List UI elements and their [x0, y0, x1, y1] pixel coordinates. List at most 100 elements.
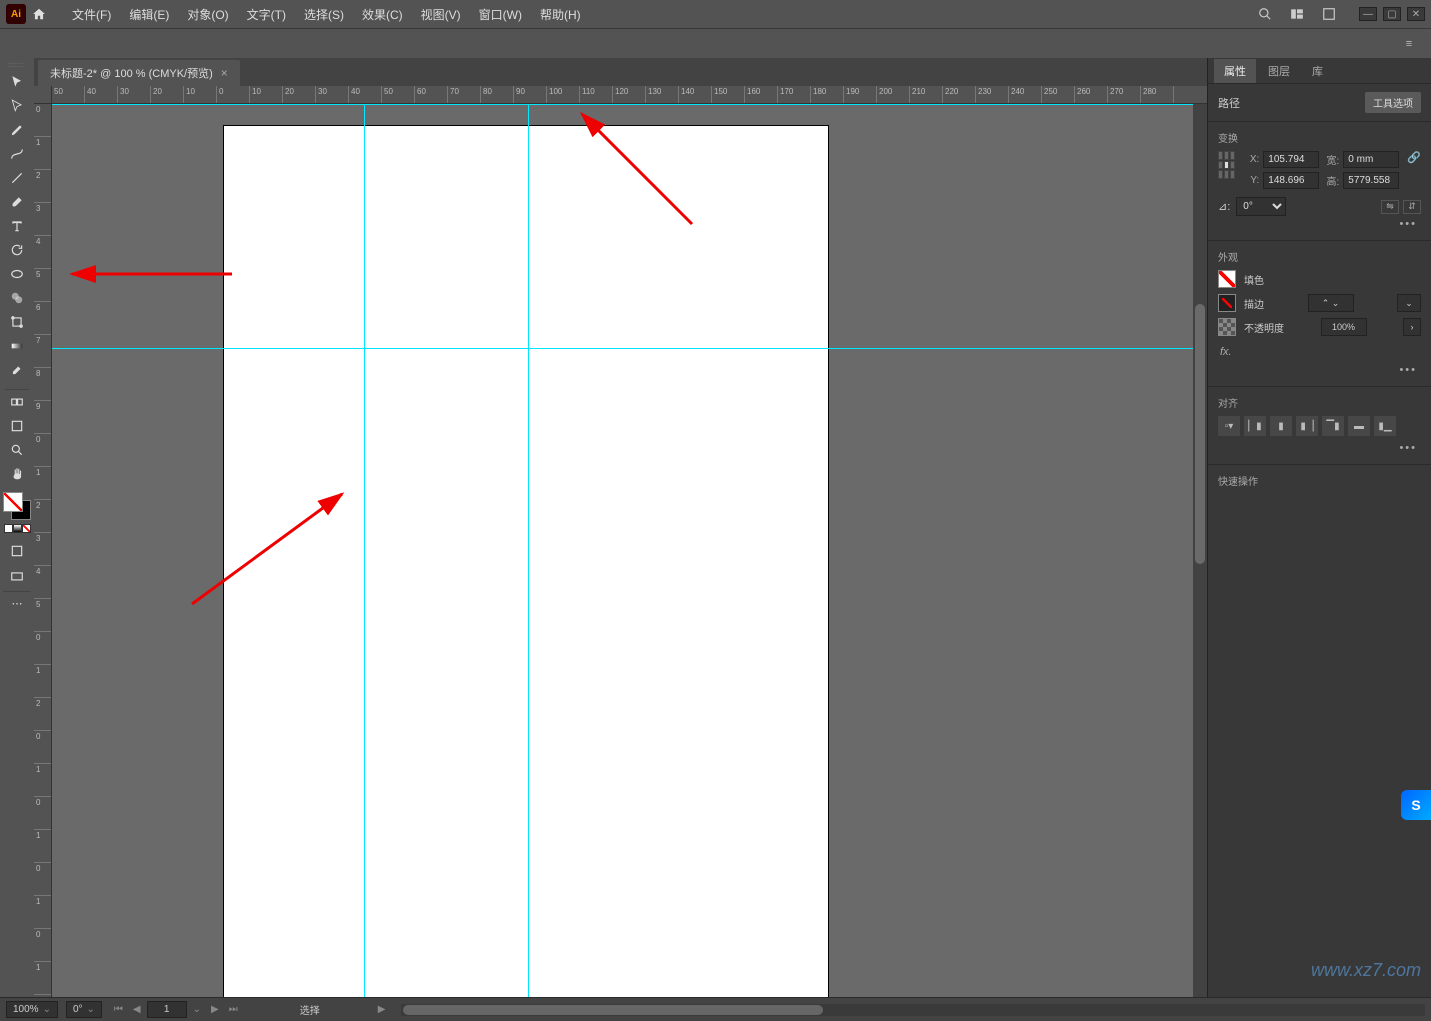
document-tab[interactable]: 未标题-2* @ 100 % (CMYK/预览) × [38, 60, 240, 86]
ellipse-tool[interactable] [3, 262, 31, 286]
nav-prev-icon[interactable]: ◀ [129, 1002, 145, 1017]
more-options-icon[interactable]: ••• [1218, 440, 1421, 456]
fill-swatch[interactable] [3, 492, 23, 512]
brush-tool[interactable] [3, 190, 31, 214]
menu-select[interactable]: 选择(S) [296, 2, 352, 27]
direct-selection-tool[interactable] [3, 94, 31, 118]
flip-horizontal-icon[interactable]: ⇋ [1381, 200, 1399, 214]
align-hcenter-icon[interactable]: ▮ [1270, 416, 1292, 436]
width-input[interactable] [1343, 151, 1399, 168]
guide-vertical[interactable] [528, 104, 529, 997]
line-tool[interactable] [3, 166, 31, 190]
rotate-tool[interactable] [3, 238, 31, 262]
zoom-tool[interactable] [3, 438, 31, 462]
search-icon[interactable] [1255, 4, 1275, 24]
opacity-dropdown-icon[interactable]: › [1403, 318, 1421, 336]
tab-layers[interactable]: 图层 [1258, 59, 1300, 83]
height-input[interactable] [1343, 172, 1399, 189]
menu-type[interactable]: 文字(T) [239, 2, 294, 27]
y-input[interactable] [1263, 172, 1319, 189]
align-right-icon[interactable]: ▮▕ [1296, 416, 1318, 436]
nav-next-icon[interactable]: ▶ [207, 1002, 223, 1017]
eyedropper-tool[interactable] [3, 358, 31, 382]
nav-first-icon[interactable]: ⏮ [110, 1002, 127, 1017]
curvature-tool[interactable] [3, 142, 31, 166]
fill-swatch[interactable] [1218, 270, 1236, 288]
align-to-dropdown[interactable]: ▫▾ [1218, 416, 1240, 436]
stroke-swatch[interactable] [1218, 294, 1236, 312]
color-gradient[interactable] [13, 524, 22, 533]
stroke-weight-input[interactable]: ⌃ ⌄ [1308, 294, 1354, 312]
more-options-icon[interactable]: ••• [1218, 362, 1421, 378]
menu-view[interactable]: 视图(V) [413, 2, 469, 27]
menu-help[interactable]: 帮助(H) [532, 2, 589, 27]
scrollbar-horizontal[interactable] [401, 1004, 1425, 1016]
guide-vertical[interactable] [364, 104, 365, 997]
menu-object[interactable]: 对象(O) [179, 2, 236, 27]
guide-horizontal[interactable] [52, 348, 1193, 349]
opacity-input[interactable]: 100% [1321, 318, 1367, 336]
menu-window[interactable]: 窗口(W) [471, 2, 530, 27]
minimize-button[interactable]: — [1359, 7, 1377, 21]
draw-mode-icon[interactable] [3, 539, 31, 563]
menu-file[interactable]: 文件(F) [64, 2, 119, 27]
pen-tool[interactable] [3, 118, 31, 142]
maximize-button[interactable]: ▢ [1383, 7, 1401, 21]
scrollbar-thumb[interactable] [1195, 304, 1205, 564]
fx-button[interactable]: fx. [1218, 342, 1421, 362]
lock-aspect-icon[interactable]: 🔗 [1407, 151, 1421, 164]
sogou-ime-badge[interactable]: S [1401, 790, 1431, 820]
window-controls: — ▢ ✕ [1359, 7, 1425, 21]
screen-mode-icon[interactable] [3, 565, 31, 589]
toolbar-grip[interactable]: :::::: [5, 60, 29, 70]
type-tool[interactable] [3, 214, 31, 238]
align-top-icon[interactable]: ▔▮ [1322, 416, 1344, 436]
ruler-horizontal[interactable]: 5040302010010203040506070809010011012013… [52, 86, 1207, 104]
menu-effect[interactable]: 效果(C) [354, 2, 411, 27]
tab-libraries[interactable]: 库 [1302, 59, 1333, 83]
selection-tool[interactable] [3, 70, 31, 94]
color-white[interactable] [4, 524, 13, 533]
scrollbar-thumb[interactable] [403, 1005, 823, 1015]
tab-properties[interactable]: 属性 [1214, 59, 1256, 83]
align-left-icon[interactable]: ▏▮ [1244, 416, 1266, 436]
blend-tool[interactable] [3, 390, 31, 414]
color-none[interactable] [22, 524, 31, 533]
nav-last-icon[interactable]: ⏭ [225, 1002, 242, 1017]
status-dropdown-icon[interactable]: ▶ [378, 1004, 386, 1015]
tool-options-button[interactable]: 工具选项 [1365, 92, 1421, 113]
gradient-tool[interactable] [3, 334, 31, 358]
angle-input[interactable]: 0° [1236, 197, 1286, 216]
scrollbar-vertical[interactable] [1193, 104, 1207, 997]
align-bottom-icon[interactable]: ▮▁ [1374, 416, 1396, 436]
rotate-view-field[interactable]: 0°⌄ [66, 1001, 102, 1018]
workspace-icon[interactable] [1319, 4, 1339, 24]
artboard-tool[interactable] [3, 414, 31, 438]
canvas-viewport[interactable] [52, 104, 1193, 997]
home-icon[interactable] [28, 3, 50, 25]
hand-tool[interactable] [3, 462, 31, 486]
ruler-origin[interactable] [34, 86, 52, 104]
panel-transform: 变换 X: 宽: Y: 高: [1208, 122, 1431, 241]
fill-stroke-swatch[interactable] [3, 492, 31, 520]
zoom-field[interactable]: 100%⌄ [6, 1001, 58, 1018]
free-transform-tool[interactable] [3, 310, 31, 334]
stroke-profile-dropdown[interactable]: ⌄ [1397, 294, 1421, 312]
arrange-docs-icon[interactable] [1287, 4, 1307, 24]
guide-horizontal[interactable] [52, 104, 1193, 105]
close-tab-icon[interactable]: × [221, 66, 228, 80]
x-input[interactable] [1263, 151, 1319, 168]
close-button[interactable]: ✕ [1407, 7, 1425, 21]
panel-menu-icon[interactable]: ≡ [1397, 32, 1421, 56]
h-label: 高: [1323, 173, 1339, 188]
edit-toolbar-icon[interactable]: ⋯ [3, 591, 31, 615]
artboard-index[interactable]: 1 [147, 1001, 187, 1018]
reference-point[interactable] [1218, 151, 1235, 179]
menu-edit[interactable]: 编辑(E) [121, 2, 177, 27]
left-toolbar: :::::: ⋯ [0, 58, 34, 997]
align-vcenter-icon[interactable]: ▬ [1348, 416, 1370, 436]
flip-vertical-icon[interactable]: ⇵ [1403, 200, 1421, 214]
ruler-vertical[interactable]: 01234567890123450120101010101501501050 [34, 104, 52, 997]
shape-builder-tool[interactable] [3, 286, 31, 310]
more-options-icon[interactable]: ••• [1218, 216, 1421, 232]
